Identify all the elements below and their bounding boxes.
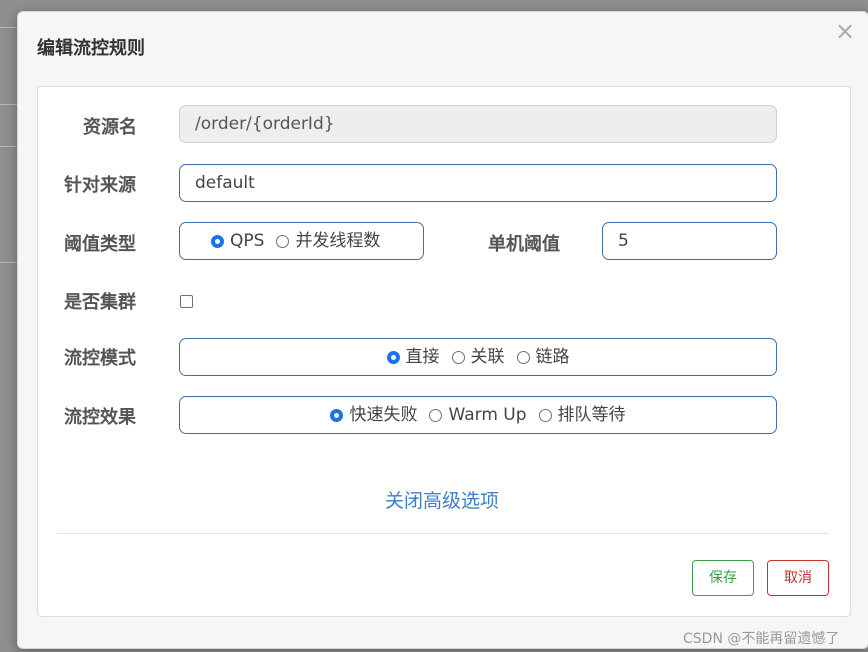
edit-flow-rule-dialog: 编辑流控规则 × 资源名 /order/{orderId} 针对来源 defau… <box>17 11 868 649</box>
radio-selected-icon <box>211 234 224 248</box>
behavior-option-label: Warm Up <box>448 405 527 425</box>
control-behavior-label: 流控效果 <box>64 407 136 428</box>
advanced-options-toggle[interactable]: 关闭高级选项 <box>385 486 499 513</box>
strategy-radio-group: 直接 关联 链路 <box>179 338 777 376</box>
grade-radio-group: QPS 并发线程数 <box>179 222 424 260</box>
behavior-option-queue[interactable]: 排队等待 <box>538 397 626 433</box>
threshold-input[interactable]: 5 <box>602 222 777 260</box>
strategy-option-direct[interactable]: 直接 <box>386 339 440 375</box>
grade-option-qps[interactable]: QPS <box>211 223 264 259</box>
behavior-option-label: 排队等待 <box>557 405 626 425</box>
grade-label: 阈值类型 <box>64 234 136 255</box>
behavior-option-label: 快速失败 <box>349 405 418 425</box>
form-panel: 资源名 /order/{orderId} 针对来源 default 阈值类型 Q… <box>37 86 851 617</box>
radio-icon <box>276 234 290 248</box>
radio-selected-icon <box>330 408 344 422</box>
grade-option-threads[interactable]: 并发线程数 <box>276 223 380 259</box>
behavior-option-warm-up[interactable]: Warm Up <box>429 397 527 433</box>
strategy-option-label: 链路 <box>535 347 570 367</box>
cluster-label: 是否集群 <box>64 292 136 313</box>
control-behavior-radio-group: 快速失败 Warm Up 排队等待 <box>179 396 777 434</box>
save-button[interactable]: 保存 <box>692 560 754 596</box>
radio-selected-icon <box>386 350 400 364</box>
grade-option-label: 并发线程数 <box>295 231 381 251</box>
footer-divider <box>57 533 828 534</box>
resource-input: /order/{orderId} <box>179 105 777 143</box>
cluster-checkbox[interactable] <box>180 295 193 308</box>
watermark: CSDN @不能再留遗憾了 <box>683 631 840 647</box>
close-icon[interactable]: × <box>835 18 855 44</box>
cancel-button[interactable]: 取消 <box>767 560 829 596</box>
limit-app-input[interactable]: default <box>179 164 777 202</box>
radio-icon <box>516 350 530 364</box>
grade-option-label: QPS <box>230 231 265 251</box>
limit-app-label: 针对来源 <box>64 175 136 196</box>
radio-icon <box>538 408 552 422</box>
strategy-option-chain[interactable]: 链路 <box>516 339 570 375</box>
strategy-option-label: 直接 <box>405 347 440 367</box>
resource-label: 资源名 <box>83 117 137 138</box>
strategy-label: 流控模式 <box>64 348 136 369</box>
threshold-label: 单机阈值 <box>488 234 560 255</box>
strategy-option-relate[interactable]: 关联 <box>451 339 505 375</box>
dialog-title: 编辑流控规则 <box>37 38 145 59</box>
behavior-option-fail-fast[interactable]: 快速失败 <box>330 397 417 433</box>
radio-icon <box>429 408 443 422</box>
radio-icon <box>451 350 465 364</box>
strategy-option-label: 关联 <box>470 347 505 367</box>
